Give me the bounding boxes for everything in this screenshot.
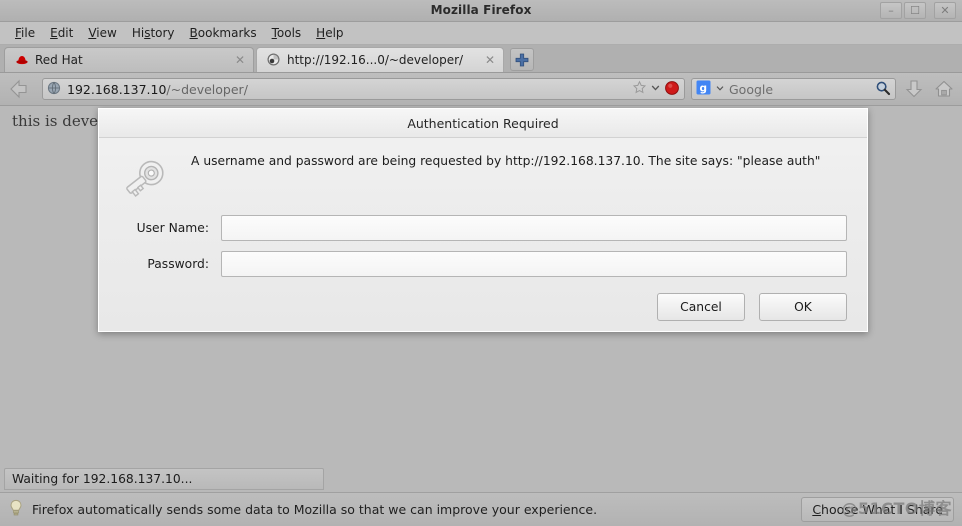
menu-history[interactable]: History — [125, 24, 182, 42]
lightbulb-icon — [8, 499, 24, 520]
page-content-area: this is developer's home Authentication … — [0, 106, 962, 446]
url-bar[interactable]: 192.168.137.10/~developer/ — [42, 78, 685, 100]
chevron-down-icon[interactable] — [650, 82, 661, 96]
username-row: User Name: — [119, 215, 847, 241]
url-path: /~developer/ — [166, 81, 248, 97]
dialog-form: User Name: Password: — [99, 205, 867, 277]
tab-bar: Red Hat ✕ http://192.16...0/~developer/ … — [0, 45, 962, 73]
google-g-icon[interactable]: g — [696, 80, 711, 98]
cancel-button[interactable]: Cancel — [657, 293, 745, 321]
menubar: File Edit View History Bookmarks Tools H… — [0, 22, 962, 45]
key-icon — [119, 150, 175, 205]
back-arrow-icon — [10, 79, 27, 99]
tab-label: http://192.16...0/~developer/ — [287, 53, 464, 67]
new-tab-button[interactable] — [510, 48, 534, 71]
maximize-button[interactable]: ☐ — [904, 2, 926, 19]
dialog-button-row: Cancel OK — [99, 287, 867, 321]
status-text: Waiting for 192.168.137.10... — [4, 468, 324, 490]
tab-developer-page[interactable]: http://192.16...0/~developer/ ✕ — [256, 47, 504, 72]
menu-view[interactable]: View — [81, 24, 123, 42]
username-label: User Name: — [136, 221, 209, 235]
back-button[interactable] — [6, 77, 36, 101]
password-field[interactable] — [221, 251, 847, 277]
navigation-toolbar: 192.168.137.10/~developer/ g Google — [0, 73, 962, 106]
star-icon[interactable] — [632, 80, 647, 98]
urlbar-action-icons — [632, 80, 680, 99]
tab-label: Red Hat — [35, 53, 83, 67]
plus-icon — [515, 53, 529, 67]
minimize-icon: – — [888, 4, 894, 17]
svg-text:g: g — [700, 82, 708, 94]
loading-icon — [267, 53, 281, 67]
menu-help[interactable]: Help — [309, 24, 350, 42]
menu-edit[interactable]: Edit — [43, 24, 80, 42]
username-field[interactable] — [221, 215, 847, 241]
minimize-button[interactable]: – — [880, 2, 902, 19]
dialog-titlebar: Authentication Required — [99, 109, 867, 138]
tab-close-icon[interactable]: ✕ — [485, 54, 495, 66]
notification-text: Firefox automatically sends some data to… — [32, 502, 598, 517]
authentication-dialog: Authentication Required A username and p… — [98, 108, 868, 332]
stop-icon[interactable] — [664, 80, 680, 99]
magnifier-icon[interactable] — [875, 80, 891, 99]
close-icon: ✕ — [940, 4, 950, 17]
url-host: 192.168.137.10 — [67, 81, 167, 97]
menu-tools[interactable]: Tools — [265, 24, 309, 42]
home-button[interactable] — [932, 77, 956, 101]
password-label: Password: — [147, 257, 209, 271]
tab-red-hat[interactable]: Red Hat ✕ — [4, 47, 254, 72]
site-identity-icon — [47, 81, 61, 98]
search-bar[interactable]: g Google — [691, 78, 896, 100]
maximize-icon: ☐ — [910, 4, 920, 17]
ok-button[interactable]: OK — [759, 293, 847, 321]
search-input[interactable]: Google — [729, 82, 871, 97]
status-bar: Waiting for 192.168.137.10... — [0, 468, 962, 492]
url-text[interactable]: 192.168.137.10/~developer/ — [67, 82, 626, 97]
search-engine-chevron-icon[interactable] — [715, 82, 725, 96]
choose-what-i-share-button[interactable]: Choose What I Share — [801, 497, 954, 522]
dialog-body: A username and password are being reques… — [99, 138, 867, 205]
redhat-icon — [15, 53, 29, 67]
menu-file[interactable]: File — [8, 24, 42, 42]
dialog-title: Authentication Required — [407, 115, 559, 131]
downloads-button[interactable] — [902, 77, 926, 101]
tab-close-icon[interactable]: ✕ — [235, 54, 245, 66]
notification-bar: Firefox automatically sends some data to… — [0, 492, 962, 526]
close-button[interactable]: ✕ — [934, 2, 956, 19]
window-title: Mozilla Firefox — [430, 3, 532, 17]
dialog-message: A username and password are being reques… — [191, 154, 821, 168]
home-icon — [935, 80, 953, 97]
download-arrow-icon — [905, 80, 923, 98]
firefox-window: Mozilla Firefox – ☐ ✕ File Edit View His… — [0, 0, 962, 526]
window-titlebar: Mozilla Firefox – ☐ ✕ — [0, 0, 962, 22]
menu-bookmarks[interactable]: Bookmarks — [183, 24, 264, 42]
password-row: Password: — [119, 251, 847, 277]
